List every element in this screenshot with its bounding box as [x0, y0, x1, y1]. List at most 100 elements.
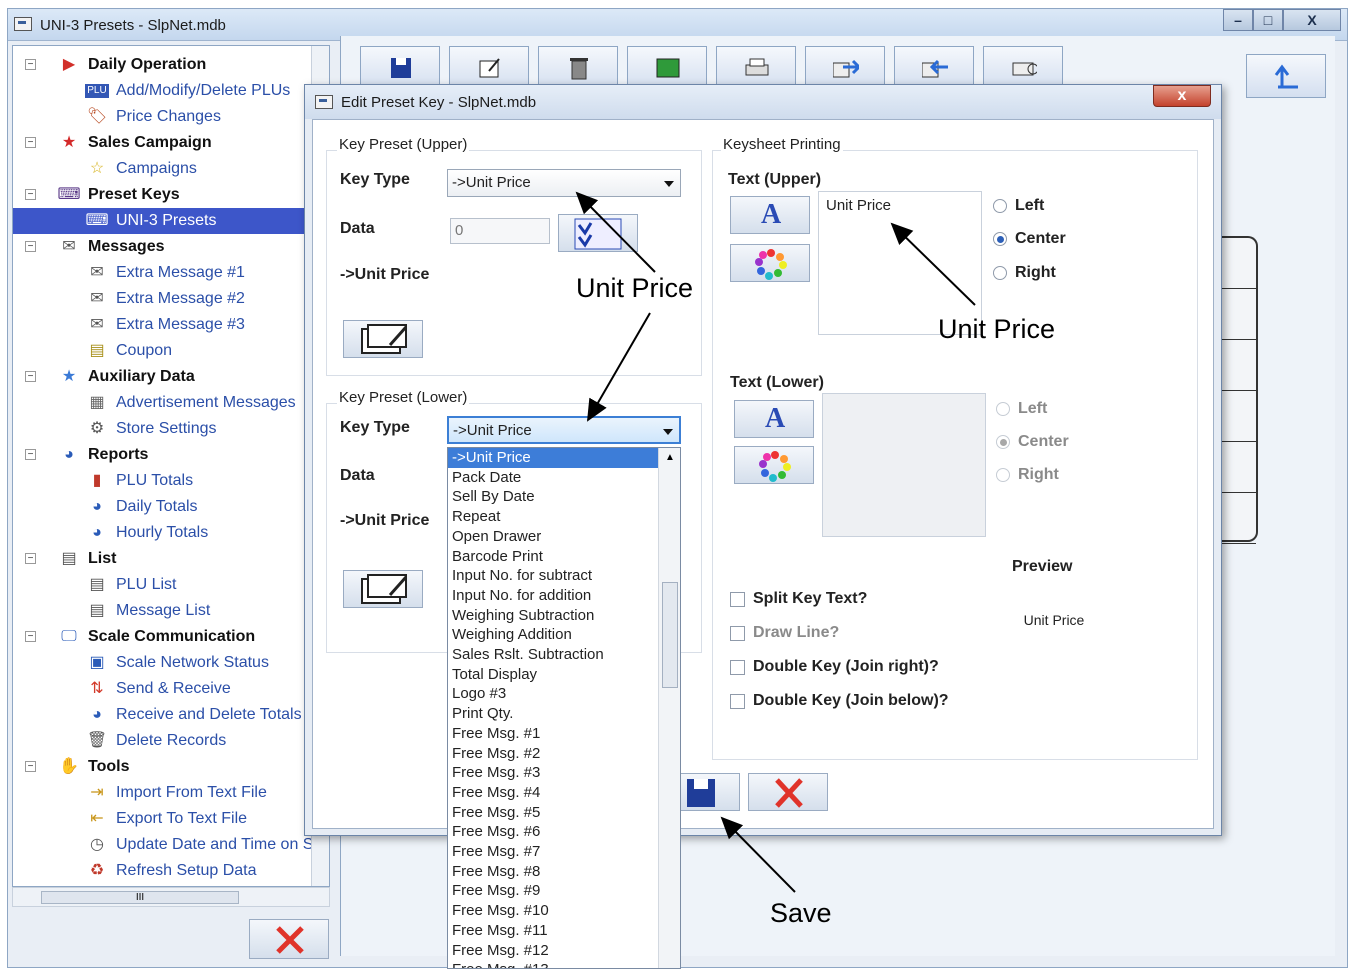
split-key-checkbox[interactable]: Split Key Text?	[730, 590, 867, 608]
close-button[interactable]: X	[1283, 9, 1341, 31]
dropdown-option[interactable]: Free Msg. #5	[448, 803, 658, 823]
dropdown-scrollbar[interactable]: ▲	[658, 448, 680, 968]
dropdown-option[interactable]: Free Msg. #6	[448, 822, 658, 842]
collapse-toggle[interactable]: −	[25, 631, 36, 642]
tree-item-receive-delete-totals[interactable]: ◕ Receive and Delete Totals	[85, 702, 301, 728]
lower-edit-button[interactable]	[343, 570, 423, 608]
dropdown-option[interactable]: Free Msg. #3	[448, 763, 658, 783]
dropdown-option[interactable]: Free Msg. #10	[448, 901, 658, 921]
tree-category-tools[interactable]: − ✋ Tools	[25, 754, 129, 780]
side-tabs[interactable]	[1218, 236, 1258, 544]
collapse-toggle[interactable]: −	[25, 59, 36, 70]
upper-align-left[interactable]: Left	[993, 197, 1044, 215]
draw-line-checkbox[interactable]: Draw Line?	[730, 624, 839, 642]
lower-color-button[interactable]	[734, 446, 814, 484]
collapse-toggle[interactable]: −	[25, 371, 36, 382]
tree-item-export-text[interactable]: ⇤ Export To Text File	[85, 806, 247, 832]
tree-category-reports[interactable]: − ◕ Reports	[25, 442, 148, 468]
upper-color-button[interactable]	[730, 244, 810, 282]
tree-category-messages[interactable]: − ✉ Messages	[25, 234, 165, 260]
collapse-toggle[interactable]: −	[25, 137, 36, 148]
dropdown-option[interactable]: ->Unit Price	[448, 448, 658, 468]
upper-align-center[interactable]: Center	[993, 230, 1066, 248]
scroll-up-icon[interactable]: ▲	[665, 452, 675, 463]
dropdown-option[interactable]: Sales Rslt. Subtraction	[448, 645, 658, 665]
tree-item-campaigns[interactable]: ☆ Campaigns	[85, 156, 197, 182]
upper-align-right[interactable]: Right	[993, 264, 1056, 282]
tree-item-send-receive[interactable]: ⇅ Send & Receive	[85, 676, 230, 702]
tree-item-coupon[interactable]: ▤ Coupon	[85, 338, 172, 364]
upper-font-button[interactable]: A	[730, 196, 810, 234]
dropdown-option[interactable]: Input No. for subtract	[448, 566, 658, 586]
dropdown-option[interactable]: Repeat	[448, 507, 658, 527]
tree-item-hourly-totals[interactable]: ◕ Hourly Totals	[85, 520, 208, 546]
tree-item-uni3-presets[interactable]: ⌨ UNI-3 Presets	[13, 208, 313, 234]
collapse-toggle[interactable]: −	[25, 241, 36, 252]
double-key-below-checkbox[interactable]: Double Key (Join below)?	[730, 692, 949, 710]
tree-item-extra-message-1[interactable]: ✉ Extra Message #1	[85, 260, 245, 286]
maximize-button[interactable]: □	[1253, 9, 1283, 31]
tree-item-refresh-setup[interactable]: ♻ Refresh Setup Data	[85, 858, 257, 884]
tree-item-delete-records[interactable]: 🗑 Delete Records	[85, 728, 226, 754]
dropdown-option[interactable]: Barcode Print	[448, 547, 658, 567]
upper-key-type-select[interactable]: ->Unit Price	[447, 169, 681, 197]
dropdown-option[interactable]: Free Msg. #13	[448, 960, 658, 968]
dropdown-option[interactable]: Free Msg. #1	[448, 724, 658, 744]
collapse-toggle[interactable]: −	[25, 189, 36, 200]
dropdown-option[interactable]: Free Msg. #2	[448, 744, 658, 764]
lower-font-button[interactable]: A	[734, 400, 814, 438]
collapse-toggle[interactable]: −	[25, 449, 36, 460]
dropdown-option[interactable]: Weighing Subtraction	[448, 606, 658, 626]
dropdown-option[interactable]: Logo #3	[448, 684, 658, 704]
toolbar-up-button[interactable]	[1246, 54, 1326, 98]
tree-item-plu-list[interactable]: ▤ PLU List	[85, 572, 176, 598]
dialog-close-button[interactable]: x	[1153, 85, 1211, 107]
tree-category-sales-campaign[interactable]: − ★ Sales Campaign	[25, 130, 212, 156]
dropdown-option[interactable]: Free Msg. #8	[448, 862, 658, 882]
tree-item-plus[interactable]: PLU Add/Modify/Delete PLUs	[85, 78, 290, 104]
tree-item-extra-message-3[interactable]: ✉ Extra Message #3	[85, 312, 245, 338]
tree-item-daily-totals[interactable]: ◕ Daily Totals	[85, 494, 197, 520]
tree-horizontal-scrollbar[interactable]: III	[12, 887, 330, 907]
dropdown-option[interactable]: Free Msg. #11	[448, 921, 658, 941]
dropdown-option[interactable]: Input No. for addition	[448, 586, 658, 606]
upper-lookup-button[interactable]	[558, 214, 638, 252]
dropdown-option[interactable]: Total Display	[448, 665, 658, 685]
tree-category-preset-keys[interactable]: − ⌨ Preset Keys	[25, 182, 180, 208]
tree-item-plu-totals[interactable]: ▮ PLU Totals	[85, 468, 193, 494]
text-lower-box[interactable]	[822, 393, 986, 537]
upper-data-field[interactable]: 0	[450, 218, 550, 244]
dropdown-option[interactable]: Free Msg. #4	[448, 783, 658, 803]
upper-edit-button[interactable]	[343, 320, 423, 358]
tree-item-scale-network-status[interactable]: ▣ Scale Network Status	[85, 650, 269, 676]
minimize-button[interactable]: –	[1223, 9, 1253, 31]
tree-item-message-list[interactable]: ▤ Message List	[85, 598, 210, 624]
scroll-thumb[interactable]: III	[41, 891, 239, 904]
dropdown-option[interactable]: Open Drawer	[448, 527, 658, 547]
tree-category-scale-communication[interactable]: − 🖵 Scale Communication	[25, 624, 255, 650]
dropdown-scroll-thumb[interactable]	[662, 582, 678, 688]
collapse-toggle[interactable]: −	[25, 761, 36, 772]
lower-key-type-select[interactable]: ->Unit Price	[447, 416, 681, 444]
double-key-right-checkbox[interactable]: Double Key (Join right)?	[730, 658, 939, 676]
tree-category-daily-operation[interactable]: − ▶ Daily Operation	[25, 52, 206, 78]
tree-category-auxiliary-data[interactable]: − ★ Auxiliary Data	[25, 364, 195, 390]
collapse-toggle[interactable]: −	[25, 553, 36, 564]
lower-align-left[interactable]: Left	[996, 400, 1047, 418]
tree-category-list[interactable]: − ▤ List	[25, 546, 116, 572]
tree-item-extra-message-2[interactable]: ✉ Extra Message #2	[85, 286, 245, 312]
tree-item-store-settings[interactable]: ⚙ Store Settings	[85, 416, 217, 442]
dropdown-option[interactable]: Print Qty.	[448, 704, 658, 724]
dropdown-option[interactable]: Pack Date	[448, 468, 658, 488]
tree-item-import-text[interactable]: ⇥ Import From Text File	[85, 780, 267, 806]
lower-align-center[interactable]: Center	[996, 433, 1069, 451]
dropdown-option[interactable]: Weighing Addition	[448, 625, 658, 645]
dropdown-option[interactable]: Free Msg. #12	[448, 941, 658, 961]
tree-item-advertisement-messages[interactable]: ▦ Advertisement Messages	[85, 390, 295, 416]
dropdown-option[interactable]: Free Msg. #7	[448, 842, 658, 862]
lower-align-right[interactable]: Right	[996, 466, 1059, 484]
tree-item-update-datetime[interactable]: ◷ Update Date and Time on S	[85, 832, 313, 858]
dropdown-option[interactable]: Sell By Date	[448, 487, 658, 507]
delete-button[interactable]	[249, 919, 329, 959]
tree-item-price-changes[interactable]: 🏷 Price Changes	[85, 104, 221, 130]
